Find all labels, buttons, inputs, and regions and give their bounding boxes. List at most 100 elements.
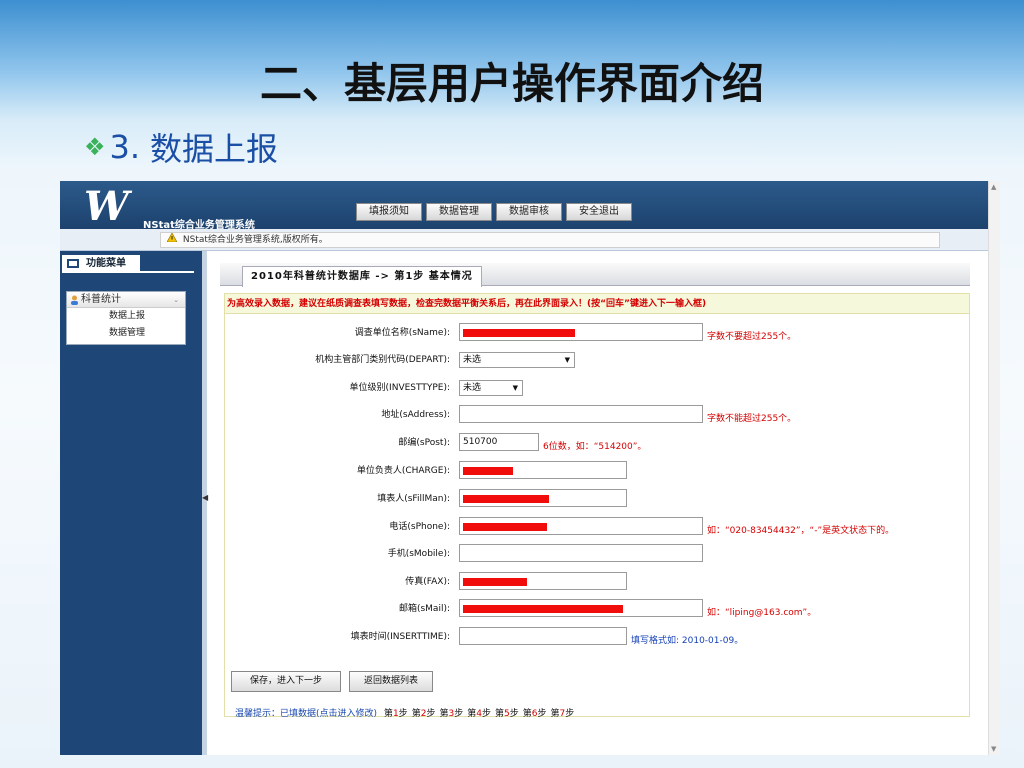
field-label: 电话(sPhone): [389, 522, 450, 532]
form-row: 地址(sAddress): 字数不能超过255个。 [225, 405, 965, 425]
form-tab-bar: 2010年科普统计数据库 -> 第1步 基本情况 [220, 263, 970, 287]
field-note: 如：“020-83454432”，“-”是英文状态下的。 [707, 526, 895, 536]
slide-subtitle: ❖ 3. 数据上报 [84, 124, 278, 170]
step-link[interactable]: 第4步 [467, 709, 491, 719]
menu-tree: 科普统计 ⌄ 数据上报 数据管理 [66, 291, 186, 345]
copyright-notice: NStat综合业务管理系统,版权所有。 [160, 232, 940, 248]
diamond-bullet-icon: ❖ [84, 133, 106, 161]
sidebar-item-data-report[interactable]: 数据上报 [67, 308, 185, 325]
app-header: W NStat综合业务管理系统 填报须知 数据管理 数据审核 安全退出 [60, 181, 988, 231]
warning-icon [167, 233, 177, 242]
data-manage-button[interactable]: 数据管理 [426, 203, 492, 221]
back-to-list-button[interactable]: 返回数据列表 [349, 671, 434, 692]
form-row: 邮编(sPost): 510700 6位数，如：“514200”。 [225, 433, 965, 453]
tab-basic-info[interactable]: 2010年科普统计数据库 -> 第1步 基本情况 [242, 266, 482, 287]
chevron-down-icon[interactable]: ⌄ [173, 292, 179, 308]
scroll-down-icon[interactable]: ▼ [991, 745, 996, 753]
step-suffix: 步 [454, 709, 464, 719]
monitor-icon [67, 259, 79, 268]
form-actions: 保存，进入下一步 返回数据列表 [231, 671, 434, 692]
steps-intro: 温馨提示： [235, 709, 281, 719]
step-link[interactable]: 第6步 [523, 709, 547, 719]
form-row: 填表人(sFillMan): [225, 489, 965, 509]
data-audit-button[interactable]: 数据审核 [496, 203, 562, 221]
form-row: 传真(FAX): [225, 572, 965, 592]
step-suffix: 步 [398, 709, 408, 719]
tab-underline [140, 271, 194, 273]
field-label: 机构主管部门类别代码(DEPART): [315, 355, 450, 365]
field-note: 6位数，如：“514200”。 [543, 442, 647, 452]
field-label: 手机(sMobile): [387, 549, 450, 559]
fill-notice-button[interactable]: 填报须知 [356, 203, 422, 221]
step-link[interactable]: 第1步 [384, 709, 408, 719]
slide-title: 二、基层用户操作界面介绍 [259, 59, 764, 108]
field-label: 填表人(sFillMan): [377, 494, 450, 504]
sidebar-item-data-manage[interactable]: 数据管理 [67, 325, 185, 342]
scroll-up-icon[interactable]: ▲ [991, 183, 996, 191]
text-input[interactable] [459, 405, 703, 423]
logout-button[interactable]: 安全退出 [566, 203, 632, 221]
step-navigation: 温馨提示：已填数据(点击进入修改) 第1步 第2步 第3步 第4步 第5步 第6步 第7步 [235, 706, 574, 719]
scrollbar[interactable]: ▲ ▼ [988, 181, 1000, 755]
form-row: 填表时间(INSERTTIME): 填写格式如: 2010-01-09。 [225, 627, 965, 647]
menu-title: 功能菜单 [86, 258, 126, 269]
form-row: 机构主管部门类别代码(DEPART): 未选 ▼ [225, 350, 965, 370]
field-label: 单位级别(INVESTTYPE): [349, 383, 450, 393]
field-label: 地址(sAddress): [381, 410, 450, 420]
app-screenshot: W NStat综合业务管理系统 填报须知 数据管理 数据审核 安全退出 ▲ ▼ NSt… [60, 181, 1000, 755]
step-prefix: 第 [494, 709, 504, 719]
form-row: 手机(sMobile): [225, 544, 965, 564]
field-label: 邮编(sPost): [398, 438, 450, 448]
menu-group[interactable]: 科普统计 ⌄ [67, 292, 185, 308]
redaction-mark [463, 495, 549, 503]
caret-down-icon: ▼ [564, 356, 570, 364]
field-note: 字数不能超过255个。 [707, 414, 797, 424]
subtitle-text: 数据上报 [150, 130, 279, 168]
step-link[interactable]: 第3步 [439, 709, 463, 719]
filled-data-link[interactable]: 已填数据(点击进入修改) [280, 709, 377, 719]
redaction-mark [463, 329, 575, 337]
step-link[interactable]: 第7步 [551, 709, 575, 719]
step-suffix: 步 [509, 709, 519, 719]
sidebar-splitter[interactable]: ◀ [202, 251, 208, 755]
save-next-button[interactable]: 保存，进入下一步 [231, 671, 342, 692]
step-suffix: 步 [481, 709, 491, 719]
step-prefix: 第 [383, 709, 393, 719]
app-logo: W [84, 183, 129, 230]
step-prefix: 第 [411, 709, 421, 719]
select-dropdown[interactable]: 未选 ▼ [459, 352, 575, 368]
field-note: 字数不要超过255个。 [707, 332, 797, 342]
field-note: 填写格式如: 2010-01-09。 [631, 636, 744, 646]
form-row: 单位负责人(CHARGE): [225, 461, 965, 481]
field-note: 如：“liping@163.com”。 [707, 608, 817, 618]
form-row: 单位级别(INVESTTYPE): 未选 ▼ [225, 378, 965, 398]
caret-down-icon: ▼ [512, 384, 518, 392]
collapse-arrow-icon[interactable]: ◀ [202, 493, 208, 502]
text-input[interactable] [459, 627, 627, 645]
field-label: 邮箱(sMail): [398, 604, 450, 614]
select-value: 未选 [463, 355, 482, 365]
step-prefix: 第 [522, 709, 532, 719]
menu-tab[interactable]: 功能菜单 [62, 255, 140, 273]
info-bar: NStat综合业务管理系统,版权所有。 [60, 229, 988, 251]
step-link[interactable]: 第2步 [412, 709, 436, 719]
field-label: 单位负责人(CHARGE): [356, 466, 450, 476]
text-input[interactable]: 510700 [459, 433, 539, 451]
step-link[interactable]: 第5步 [495, 709, 519, 719]
user-icon [71, 295, 78, 305]
input-hint: 为高效录入数据，建议在纸质调查表填写数据，检查完数据平衡关系后，再在此界面录入！… [225, 294, 969, 314]
select-value: 未选 [463, 383, 482, 393]
top-nav: 填报须知 数据管理 数据审核 安全退出 [356, 203, 632, 221]
form-row: 调查单位名称(sName): 字数不要超过255个。 [225, 323, 965, 343]
sidebar: 功能菜单 科普统计 ⌄ 数据上报 数据管理 [60, 251, 202, 755]
field-label: 传真(FAX): [405, 577, 450, 587]
menu-group-label: 科普统计 [81, 294, 121, 305]
step-suffix: 步 [565, 709, 575, 719]
text-input[interactable] [459, 544, 703, 562]
step-prefix: 第 [550, 709, 560, 719]
redaction-mark [463, 578, 527, 586]
select-dropdown[interactable]: 未选 ▼ [459, 380, 523, 396]
form-area: 为高效录入数据，建议在纸质调查表填写数据，检查完数据平衡关系后，再在此界面录入！… [224, 293, 970, 719]
copyright-text: NStat综合业务管理系统,版权所有。 [182, 235, 328, 245]
field-label: 填表时间(INSERTTIME): [350, 632, 450, 642]
